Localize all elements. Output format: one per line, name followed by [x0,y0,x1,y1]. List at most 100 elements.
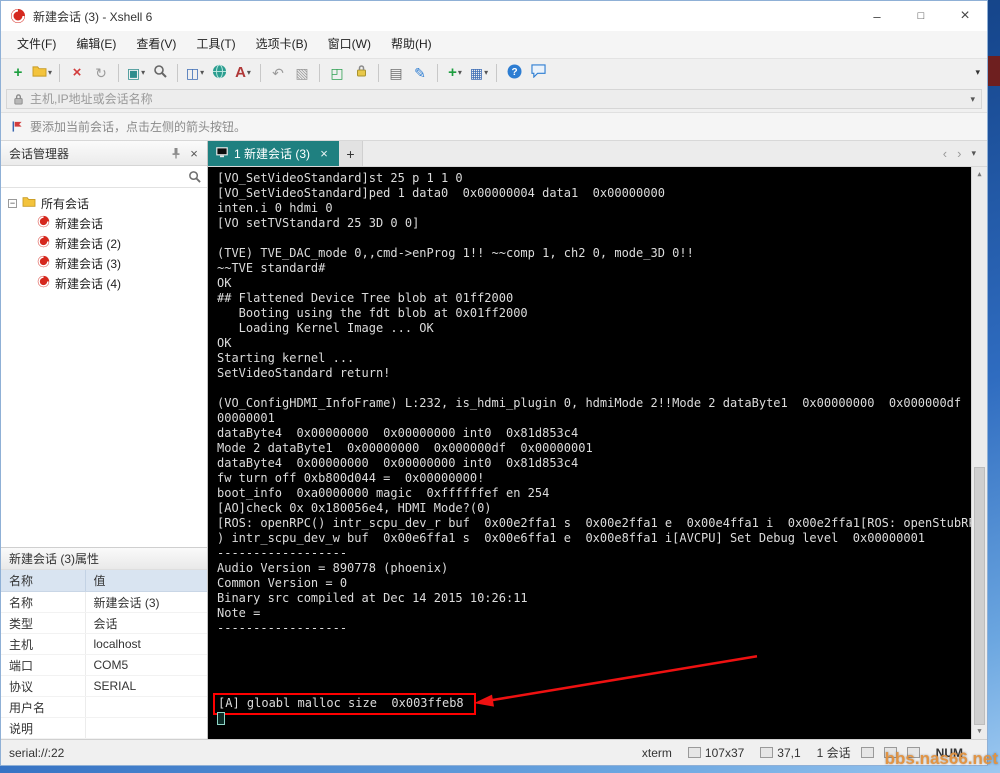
scrollbar-thumb[interactable] [974,467,985,725]
terminal-line: [ROS: openRPC() intr_scpu_dev_r buf 0x00… [217,516,987,530]
new-session-button[interactable]: + [6,62,30,84]
main-area: 会话管理器 × − 所有会话 新建会话 新建会话 (2) 新建会话 (3) 新建会话 (4… [1,141,987,739]
tree-session-item-4[interactable]: 新建会话 (4) [1,273,207,293]
property-label: 名称 [1,591,85,613]
session-ball-icon [37,275,50,291]
menu-item-6[interactable]: 窗口(W) [318,31,381,58]
highlight-pen-icon: ✎ [414,64,426,81]
tab-active-session[interactable]: 1 新建会话 (3) × [208,141,340,166]
new-terminal-icon: ▣ [126,64,141,81]
globe-button[interactable] [207,62,231,84]
menu-item-5[interactable]: 选项卡(B) [246,31,318,58]
terminal-line: 00000001 [217,411,275,425]
lock-icon [14,93,23,105]
reconnect-icon: ↻ [95,64,107,81]
tree-session-item-2[interactable]: 新建会话 (2) [1,233,207,253]
open-folder-button[interactable]: ▾ [30,62,54,84]
property-row[interactable]: 类型 会话 [1,612,207,634]
new-file-icon: + [448,64,457,81]
close-button[interactable]: × [943,1,987,31]
property-row[interactable]: 说明 [1,717,207,739]
new-terminal-dropdown-icon[interactable]: ▾ [141,68,145,77]
font-color-button[interactable]: A ▾ [231,62,255,84]
host-dropdown-icon[interactable]: ▾ [970,94,975,105]
terminal-line: ## Flattened Device Tree blob at 01ff200… [217,291,514,305]
layout-dropdown-icon[interactable]: ▾ [484,68,488,77]
split-view-button[interactable]: ◫ ▾ [183,62,207,84]
minimize-button[interactable]: – [855,1,899,31]
undo-button[interactable]: ↶ [266,62,290,84]
layout-button[interactable]: ▦ ▾ [467,62,491,84]
terminal-line: Audio Version = 890778 (phoenix) [217,561,449,575]
reconnect-button[interactable]: ↻ [89,62,113,84]
host-input[interactable] [30,92,965,106]
tree-session-item-1[interactable]: 新建会话 [1,213,207,233]
terminal-output: [VO_SetVideoStandard]st 25 p 1 1 0 [VO_Se… [213,171,987,726]
help-button[interactable]: ? [502,62,526,84]
highlight-pen-button[interactable]: ✎ [408,62,432,84]
title-bar: 新建会话 (3) - Xshell 6 – □ × [1,1,987,31]
property-row[interactable]: 用户名 [1,696,207,718]
new-file-dropdown-icon[interactable]: ▾ [458,68,462,77]
property-value: 会话 [84,612,207,634]
properties-col-header-1[interactable]: 名称 [1,569,85,592]
property-row[interactable]: 协议 SERIAL [1,675,207,697]
pin-icon[interactable] [167,144,185,162]
toolbar-separator [437,63,439,82]
menu-item-3[interactable]: 查看(V) [126,31,186,58]
status-tool-icon-1[interactable] [860,747,874,758]
toolbar-separator [378,63,380,82]
terminal[interactable]: [VO_SetVideoStandard]st 25 p 1 1 0 [VO_Se… [208,167,987,739]
property-row[interactable]: 端口 COM5 [1,654,207,676]
new-file-button[interactable]: + ▾ [443,62,467,84]
scroll-up-icon[interactable]: ▲ [972,167,987,182]
tree-session-item-3[interactable]: 新建会话 (3) [1,253,207,273]
split-view-dropdown-icon[interactable]: ▾ [200,68,204,77]
tab-close-icon[interactable]: × [317,146,331,161]
font-color-dropdown-icon[interactable]: ▾ [247,68,251,77]
maximize-button[interactable]: □ [899,1,943,31]
terminal-line: OK [217,276,232,290]
chat-button[interactable] [526,62,550,84]
keyboard-button[interactable]: ▤ [384,62,408,84]
new-tab-button[interactable]: + [339,141,364,166]
find-button[interactable] [148,62,172,84]
menu-item-1[interactable]: 文件(F) [7,31,66,58]
property-label: 协议 [1,675,85,697]
annotation-box: [A] gloabl malloc size 0x003ffeb8 [213,693,476,715]
menu-item-2[interactable]: 编辑(E) [66,31,126,58]
new-terminal-button[interactable]: ▣ ▾ [124,62,148,84]
open-folder-dropdown-icon[interactable]: ▾ [48,68,52,77]
menu-item-7[interactable]: 帮助(H) [381,31,442,58]
tab-scroll-right-icon[interactable]: › [952,146,966,161]
session-count: 1 会话 [816,746,851,760]
disconnect-button[interactable]: × [65,62,89,84]
session-search-input[interactable] [1,166,207,187]
tree-root-all-sessions[interactable]: − 所有会话 [1,193,207,213]
toolbar-overflow-icon[interactable]: ▾ [975,67,982,78]
property-row[interactable]: 名称 新建会话 (3) [1,591,207,613]
terminal-type[interactable]: xterm [642,746,672,760]
tab-list-icon[interactable]: ▾ [966,148,981,159]
status-bar: serial://:22 xterm 107x37 37,1 1 会话 NUM [1,739,987,765]
panel-close-icon[interactable]: × [185,144,203,162]
session-manager-panel: 会话管理器 × − 所有会话 新建会话 新建会话 (2) 新建会话 (3) 新建会话 (4… [1,141,208,739]
split-view-icon: ◫ [185,64,200,81]
properties-col-header-2[interactable]: 值 [84,569,207,592]
transfer-button[interactable]: ▧ [290,62,314,84]
toolbar: + ▾ × ↻ ▣ ▾ ◫ ▾ A ▾ ↶ ▧ ◰ ▤ ✎ + ▾ ▦ ▾? ▾ [1,58,987,86]
lock-button[interactable] [349,62,373,84]
property-value: SERIAL [84,675,207,697]
property-row[interactable]: 主机 localhost [1,633,207,655]
terminal-line: dataByte4 0x00000000 0x00000000 int0 0x8… [217,426,579,440]
terminal-scrollbar[interactable]: ▲ ▼ [971,167,987,739]
scroll-down-icon[interactable]: ▼ [972,724,987,739]
toolbar-separator [59,63,61,82]
terminal-line: (TVE) TVE_DAC_mode 0,,cmd->enProg 1!! ~~… [217,246,694,260]
tree-expander-icon[interactable]: − [8,198,17,208]
menu-item-4[interactable]: 工具(T) [186,31,245,58]
tab-scroll-left-icon[interactable]: ‹ [938,146,952,161]
fullscreen-button[interactable]: ◰ [325,62,349,84]
terminal-line: [VO_SetVideoStandard]ped 1 data0 0x00000… [217,186,665,200]
